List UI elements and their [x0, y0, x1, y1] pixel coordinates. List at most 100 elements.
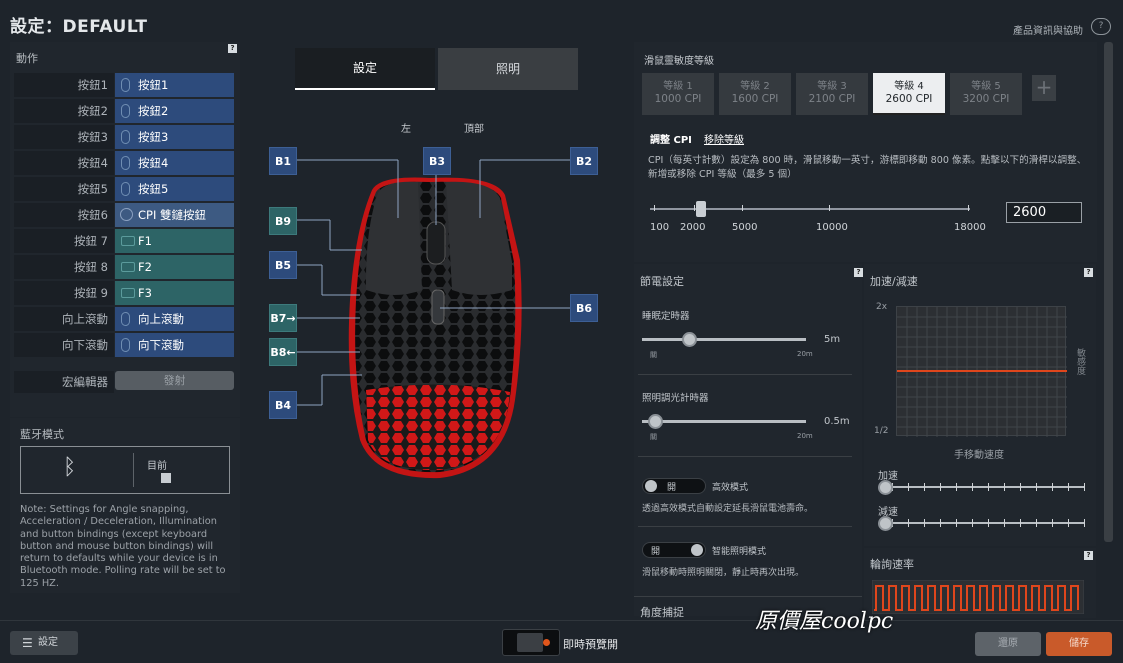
cpi-level-tab[interactable]: 等級 3 2100 CPI	[796, 73, 868, 115]
help-icon[interactable]: ?	[228, 44, 237, 53]
add-cpi-level-button[interactable]: +	[1032, 75, 1056, 101]
binding-row[interactable]: 按鈕 9 F3	[14, 281, 234, 305]
product-info-link[interactable]: 產品資訊與協助	[1013, 22, 1083, 37]
binding-value[interactable]: 向上滾動	[115, 307, 234, 331]
mouse-button-b8[interactable]: B8←	[269, 338, 297, 366]
tab-settings[interactable]: 設定	[295, 48, 435, 90]
cpi-level-tab[interactable]: 等級 1 1000 CPI	[642, 73, 714, 115]
binding-value[interactable]: 按鈕2	[115, 99, 234, 123]
binding-row[interactable]: 向下滾動 向下滾動	[14, 333, 234, 357]
binding-label: 按鈕2	[14, 99, 114, 123]
mouse-button-b6[interactable]: B6	[570, 294, 598, 322]
list-icon: ☰	[22, 636, 33, 650]
decel-knob[interactable]	[878, 516, 893, 531]
smart-lighting-toggle[interactable]: 開	[642, 542, 706, 558]
live-preview-toggle[interactable]	[502, 629, 560, 656]
binding-label: 按鈕4	[14, 151, 114, 175]
cpi-slider-handle[interactable]	[696, 201, 706, 217]
mouse-button-b9[interactable]: B9	[269, 207, 297, 235]
efficiency-mode-label: 高效模式	[712, 483, 749, 493]
mouse-icon	[121, 312, 130, 326]
scrollbar[interactable]	[1104, 42, 1113, 542]
binding-value[interactable]: 按鈕1	[115, 73, 234, 97]
power-heading: 節電設定	[640, 275, 684, 288]
dim-min: 關	[650, 433, 657, 441]
mouse-icon	[121, 78, 130, 92]
binding-value[interactable]: CPI 雙鏈按鈕	[115, 203, 234, 227]
binding-row[interactable]: 按鈕 7 F1	[14, 229, 234, 253]
binding-row[interactable]: 按鈕2 按鈕2	[14, 99, 234, 123]
cpi-level-tab[interactable]: 等級 4 2600 CPI	[873, 73, 945, 115]
mouse-button-b4[interactable]: B4	[269, 391, 297, 419]
dim-timer-value: 0.5m	[824, 416, 850, 427]
sleep-timer-track[interactable]	[642, 338, 806, 341]
decel-track[interactable]	[880, 519, 1085, 527]
macro-launch-button[interactable]: 發射	[115, 371, 234, 390]
tab-adjust-cpi[interactable]: 調整 CPI	[650, 131, 692, 146]
binding-row[interactable]: 向上滾動 向上滾動	[14, 307, 234, 331]
cpi-tick-label: 10000	[816, 222, 848, 233]
bluetooth-current-icon	[161, 473, 171, 483]
binding-label: 按鈕 8	[14, 255, 114, 279]
mouse-button-b7[interactable]: B7→	[269, 304, 297, 332]
binding-row[interactable]: 按鈕3 按鈕3	[14, 125, 234, 149]
smart-lighting-desc: 滑鼠移動時照明關閉，靜止時再次出現。	[642, 568, 805, 578]
bluetooth-heading: 藍牙模式	[20, 428, 64, 441]
binding-value[interactable]: 按鈕5	[115, 177, 234, 201]
binding-row[interactable]: 按鈕4 按鈕4	[14, 151, 234, 175]
accel-curve-graph[interactable]	[896, 306, 1067, 437]
bluetooth-box: ᛒ 目前	[20, 446, 230, 494]
binding-row[interactable]: 按鈕5 按鈕5	[14, 177, 234, 201]
help-chat-icon[interactable]: ?	[1091, 18, 1111, 35]
polling-waveform	[872, 580, 1084, 614]
cpi-panel: 滑鼠靈敏度等級 等級 1 1000 CPI 等級 2 1600 CPI 等級 3 2100…	[634, 42, 1097, 262]
accel-y-top: 2x	[876, 302, 888, 312]
binding-row[interactable]: 按鈕6 CPI 雙鏈按鈕	[14, 203, 234, 227]
accel-track[interactable]	[880, 483, 1085, 491]
binding-value[interactable]: F1	[115, 229, 234, 253]
dim-timer-track[interactable]	[642, 420, 806, 423]
binding-label: 按鈕6	[14, 203, 114, 227]
mouse-button-b3[interactable]: B3	[423, 147, 451, 175]
binding-label: 按鈕 7	[14, 229, 114, 253]
binding-value[interactable]: 按鈕4	[115, 151, 234, 175]
cpi-tick	[742, 205, 743, 211]
bluetooth-current-label: 目前	[147, 461, 167, 472]
tab-lighting[interactable]: 照明	[438, 48, 578, 90]
sleep-timer-knob[interactable]	[682, 332, 697, 347]
cpi-level-tab[interactable]: 等級 5 3200 CPI	[950, 73, 1022, 115]
divider	[638, 456, 852, 457]
cpi-description: CPI（每英寸計數）設定為 800 時，滑鼠移動一英寸，游標即移動 800 像素…	[648, 155, 1087, 180]
save-button[interactable]: 儲存	[1046, 632, 1112, 656]
dim-timer-knob[interactable]	[648, 414, 663, 429]
binding-value[interactable]: 按鈕3	[115, 125, 234, 149]
binding-value[interactable]: F3	[115, 281, 234, 305]
cpi-heading: 滑鼠靈敏度等級	[644, 56, 714, 67]
settings-button[interactable]: ☰ 設定	[10, 631, 78, 655]
macro-editor-label: 宏編輯器	[14, 371, 114, 393]
mouse-button-b5[interactable]: B5	[269, 251, 297, 279]
divider	[133, 453, 134, 487]
binding-value[interactable]: F2	[115, 255, 234, 279]
efficiency-mode-toggle[interactable]: 開	[642, 478, 706, 494]
binding-value[interactable]: 向下滾動	[115, 333, 234, 357]
accel-knob[interactable]	[878, 480, 893, 495]
cpi-level-tab[interactable]: 等級 2 1600 CPI	[719, 73, 791, 115]
help-icon[interactable]: ?	[1084, 551, 1093, 560]
actions-panel: 動作 ? 按鈕1 按鈕1 按鈕2 按鈕2 按鈕3 按鈕3 按鈕4 按鈕4 按鈕5 按鈕5 按鈕6 CP…	[10, 42, 240, 417]
accel-y-bottom: 1/2	[874, 426, 889, 436]
reset-button[interactable]: 還原	[975, 632, 1041, 656]
view-left-label: 左	[401, 124, 411, 135]
tab-remove-level[interactable]: 移除等級	[704, 131, 744, 146]
polling-panel: 輪詢速率 ?	[864, 548, 1096, 618]
help-icon[interactable]: ?	[854, 268, 863, 277]
efficiency-mode-desc: 透過高效模式自動設定延長滑鼠電池壽命。	[642, 504, 814, 514]
help-icon[interactable]: ?	[1084, 268, 1093, 277]
mouse-button-b1[interactable]: B1	[269, 147, 297, 175]
binding-row[interactable]: 按鈕1 按鈕1	[14, 73, 234, 97]
cpi-value-input[interactable]: 2600	[1006, 202, 1082, 223]
binding-label: 向下滾動	[14, 333, 114, 357]
view-top-label: 頂部	[464, 124, 484, 135]
binding-row[interactable]: 按鈕 8 F2	[14, 255, 234, 279]
mouse-button-b2[interactable]: B2	[570, 147, 598, 175]
